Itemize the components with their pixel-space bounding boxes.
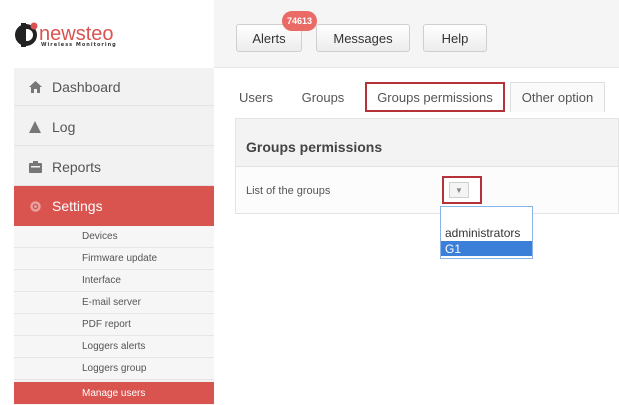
newsteo-logo[interactable]: newsteo Wireless Monitoring: [14, 18, 144, 54]
logo-tagline: Wireless Monitoring: [41, 42, 117, 48]
sidebar-item-label: Log: [52, 118, 76, 135]
help-button-label: Help: [441, 30, 469, 46]
tab-users[interactable]: Users: [231, 82, 281, 112]
tab-label: Groups: [301, 89, 345, 105]
help-button[interactable]: Help: [423, 24, 487, 52]
chevron-down-icon[interactable]: ▼: [449, 182, 469, 198]
tab-groups-permissions[interactable]: Groups permissions: [365, 82, 505, 112]
dropdown-option-g1[interactable]: G1: [441, 241, 532, 256]
messages-button[interactable]: Messages: [316, 24, 410, 52]
sidebar-item-label: Settings: [52, 198, 103, 214]
groups-permissions-panel: Groups permissions List of the groups: [235, 118, 619, 214]
sidebar-subitem-pdf-report[interactable]: PDF report: [14, 314, 214, 336]
sidebar-subitem-interface[interactable]: Interface: [14, 270, 214, 292]
tab-label: Users: [239, 89, 273, 105]
sidebar-item-reports[interactable]: Reports: [14, 148, 214, 186]
sidebar-item-label: Reports: [52, 158, 102, 175]
alerts-button-label: Alerts: [252, 30, 286, 46]
sidebar-subitem-email-server[interactable]: E-mail server: [14, 292, 214, 314]
alerts-count-badge: 74613: [282, 11, 318, 31]
groups-select[interactable]: ▼: [442, 176, 482, 204]
settings-icon: [27, 198, 43, 214]
tab-label: Groups permissions: [377, 89, 493, 105]
sidebar-item-log[interactable]: Log: [14, 108, 214, 146]
sidebar-subitem-firmware-update[interactable]: Firmware update: [14, 248, 214, 270]
sidebar-subitem-loggers-group[interactable]: Loggers group: [14, 358, 214, 380]
sidebar-item-settings[interactable]: Settings: [14, 186, 214, 226]
home-icon: [27, 79, 43, 95]
messages-button-label: Messages: [333, 30, 393, 46]
panel-title: Groups permissions: [246, 139, 383, 155]
log-icon: [27, 119, 43, 135]
sidebar-item-label: Dashboard: [52, 78, 121, 95]
sidebar-subitem-loggers-alerts[interactable]: Loggers alerts: [14, 336, 214, 358]
sidebar-subitem-devices[interactable]: Devices: [14, 226, 214, 248]
sidebar: Dashboard Log Reports Settings Devices F…: [14, 68, 214, 405]
tab-label: Other option: [521, 90, 594, 105]
groups-dropdown-list: administrators G1: [440, 206, 533, 259]
tab-groups[interactable]: Groups: [290, 82, 356, 112]
panel-header: Groups permissions: [236, 119, 618, 167]
dropdown-option-administrators[interactable]: administrators: [441, 225, 532, 240]
sidebar-subitem-manage-users[interactable]: Manage users: [14, 382, 214, 404]
sidebar-item-dashboard[interactable]: Dashboard: [14, 68, 214, 106]
list-of-groups-label: List of the groups: [246, 185, 331, 197]
tab-other-option[interactable]: Other option: [510, 82, 605, 112]
reports-icon: [27, 159, 43, 175]
